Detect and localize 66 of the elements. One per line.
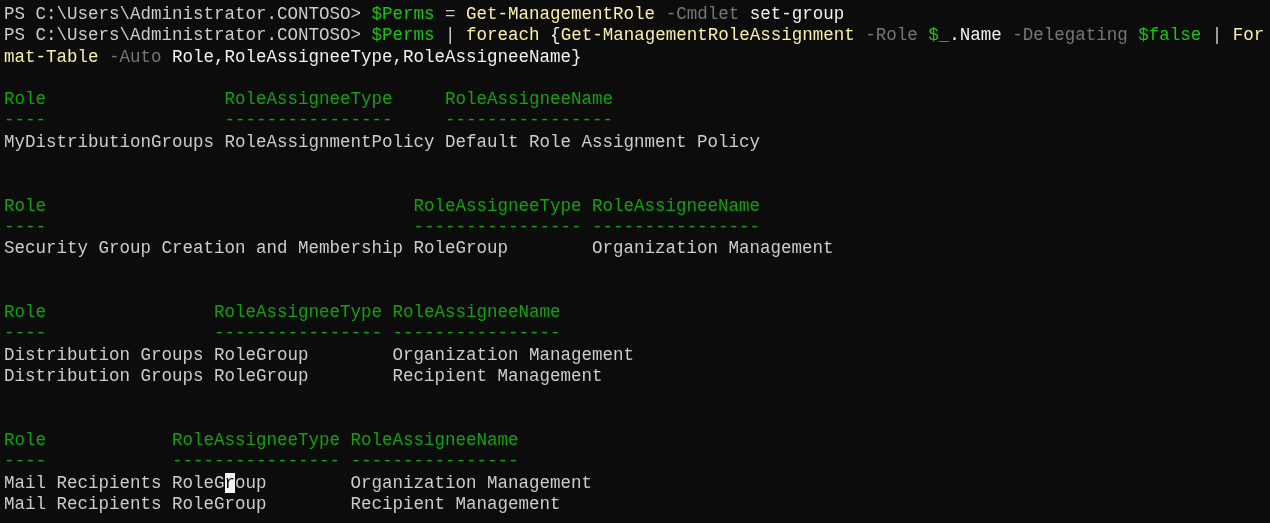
column-heading: Role	[4, 195, 46, 216]
text-cursor: r	[224, 472, 236, 493]
prompt-text: PS C:\Users\Administrator.CONTOSO>	[4, 4, 362, 24]
column-heading: RoleAssigneeType	[413, 195, 582, 216]
operator-token: =	[445, 4, 456, 24]
column-heading: RoleAssigneeName	[445, 89, 614, 110]
prompt-text: PS C:\Users\Administrator.CONTOSO>	[4, 25, 362, 46]
table-cell: Security Group Creation and Membership	[4, 238, 404, 259]
argument-token: .Name	[949, 25, 1002, 46]
table-cell: Organization Management	[392, 344, 635, 365]
command-token: For	[1232, 25, 1265, 46]
table-cell: MyDistributionGroups	[4, 131, 215, 152]
heading-underline: ----	[4, 110, 46, 131]
parameter-token: -Cmdlet	[665, 4, 740, 24]
operator-token: |	[1211, 25, 1223, 46]
column-heading: RoleAssigneeType	[172, 429, 341, 450]
parameter-token: -Role	[865, 25, 918, 46]
table-cell: Default Role Assignment Policy	[445, 131, 761, 152]
command-token: foreach	[466, 25, 540, 46]
heading-underline: ----------------	[592, 216, 761, 237]
column-heading: RoleAssigneeType	[224, 89, 393, 110]
heading-underline: ----	[4, 323, 46, 344]
table-cell: RoleGroup	[214, 344, 309, 365]
operator-token: |	[445, 25, 456, 46]
command-token: Get-ManagementRoleAssignment	[560, 25, 855, 46]
table-cell: RoleAssignmentPolicy	[224, 131, 435, 152]
table-cell: Mail Recipients	[4, 493, 162, 514]
column-heading: RoleAssigneeName	[350, 429, 519, 450]
variable-token: $Perms	[371, 4, 435, 24]
heading-underline: ----	[4, 216, 46, 237]
heading-underline: ----------------	[172, 451, 341, 472]
parameter-token: -Delegating	[1012, 25, 1128, 46]
argument-token: set-group	[749, 4, 845, 24]
column-heading: Role	[4, 89, 46, 110]
column-heading: RoleAssigneeName	[592, 195, 761, 216]
table-cell: Distribution Groups	[4, 366, 204, 387]
variable-token: $Perms	[371, 25, 435, 46]
column-heading: RoleAssigneeName	[392, 302, 561, 323]
column-heading: RoleAssigneeType	[214, 302, 383, 323]
table-cell: Recipient Management	[350, 493, 561, 514]
heading-underline: ----------------	[392, 323, 561, 344]
argument-token: Role,RoleAssigneeType,RoleAssigneeName}	[172, 46, 582, 67]
heading-underline: ----------------	[214, 323, 383, 344]
command-token: mat-Table	[4, 46, 99, 67]
table-cell: RoleGroup	[172, 493, 267, 514]
table-cell: RoleGroup	[214, 366, 309, 387]
command-token: Get-ManagementRole	[466, 4, 656, 24]
table-cell: Distribution Groups	[4, 344, 204, 365]
variable-token: $_	[928, 25, 950, 46]
heading-underline: ----------------	[224, 110, 393, 131]
table-cell: Organization Management	[350, 472, 593, 493]
table-cell: Mail Recipients	[4, 472, 162, 493]
parameter-token: -Auto	[109, 46, 162, 67]
column-heading: Role	[4, 302, 46, 323]
argument-token: {	[550, 25, 561, 46]
table-cell: RoleG	[172, 472, 225, 493]
heading-underline: ----------------	[413, 216, 582, 237]
variable-token: $false	[1138, 25, 1202, 46]
heading-underline: ----	[4, 451, 46, 472]
heading-underline: ----------------	[445, 110, 614, 131]
column-heading: Role	[4, 429, 46, 450]
table-cell: RoleGroup	[413, 238, 509, 259]
table-cell: Organization Management	[592, 238, 834, 259]
table-cell: oup	[235, 472, 267, 493]
table-cell: Recipient Management	[392, 366, 603, 387]
heading-underline: ----------------	[350, 451, 519, 472]
